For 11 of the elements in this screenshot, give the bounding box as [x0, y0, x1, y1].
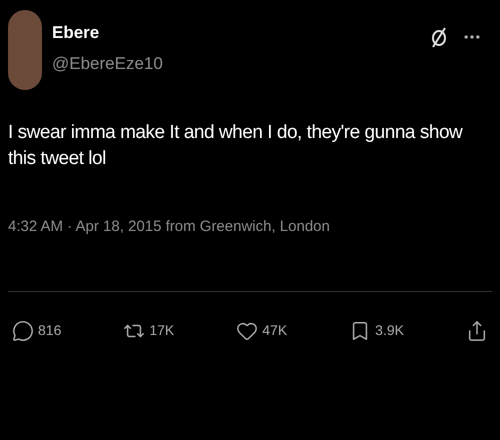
speech-bubble-icon[interactable]: [12, 320, 34, 342]
action-count: 816: [38, 321, 62, 340]
author-name: Ebere: [52, 22, 100, 44]
action-count: 17K: [149, 321, 174, 340]
tweet-timestamp: 4:32 AM · Apr 18, 2015 from Greenwich, London: [8, 217, 331, 238]
author-handle: @EbereEze10: [52, 53, 164, 76]
action-count: 47K: [262, 321, 288, 340]
action-count: 3.9K: [375, 321, 404, 340]
avatar[interactable]: [8, 10, 42, 90]
slashed-circle-icon[interactable]: [430, 26, 448, 48]
tweet-text: I swear imma make It and when I do, they're gunna show this tweet lol: [8, 121, 464, 172]
